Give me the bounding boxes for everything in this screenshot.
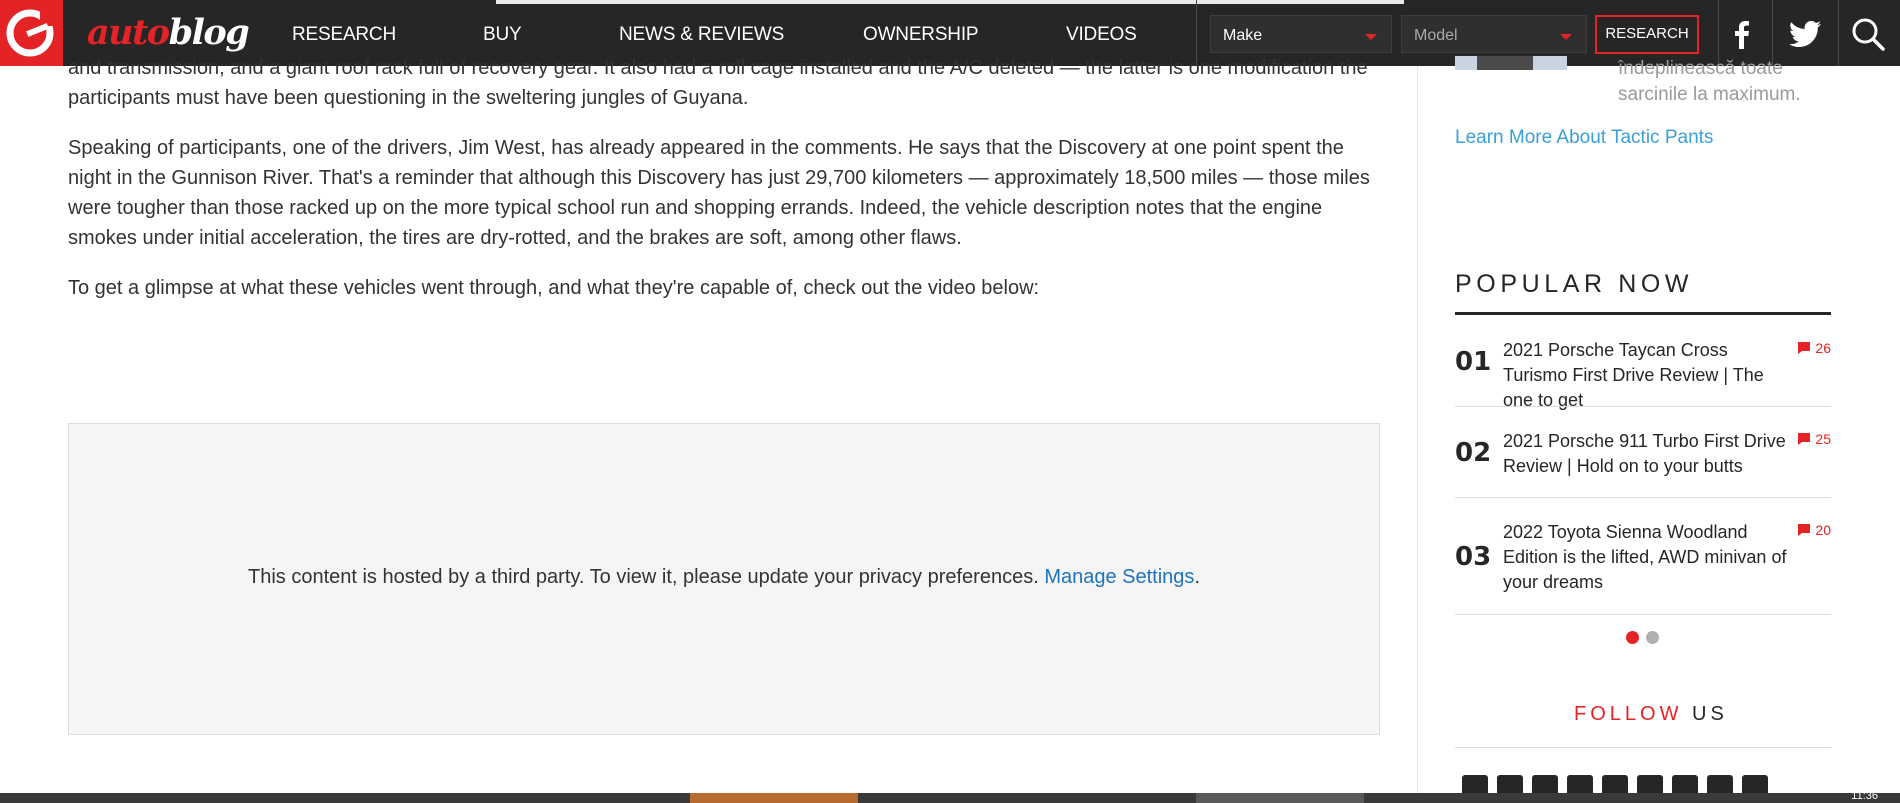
embed-message: This content is hosted by a third party.…: [69, 566, 1379, 589]
comment-icon: [1798, 433, 1811, 445]
follow-divider: [1455, 747, 1831, 748]
nav-news-reviews[interactable]: NEWS & REVIEWS: [619, 24, 784, 46]
article-paragraph: Speaking of participants, one of the dri…: [68, 137, 1370, 249]
popular-divider: [1455, 497, 1831, 498]
facebook-icon[interactable]: [1719, 12, 1763, 56]
popular-divider: [1455, 614, 1831, 615]
comment-icon: [1798, 524, 1811, 536]
popular-now-rule: [1455, 312, 1831, 315]
comment-count[interactable]: 25: [1797, 431, 1831, 447]
popular-item-title[interactable]: 2021 Porsche 911 Turbo First Drive Revie…: [1503, 429, 1789, 479]
social-icons-row: [1462, 775, 1768, 799]
embed-message-text: This content is hosted by a third party.…: [247, 566, 1039, 588]
logo-text-blog: blog: [168, 12, 250, 53]
follow-us-heading: FOLLOW US: [1574, 703, 1728, 726]
research-button[interactable]: RESEARCH: [1595, 15, 1699, 54]
autoblog-logo-mark[interactable]: [0, 0, 63, 66]
popular-item[interactable]: 03 2022 Toyota Sienna Woodland Edition i…: [1455, 520, 1831, 614]
comment-count[interactable]: 20: [1797, 522, 1831, 538]
make-select[interactable]: Make: [1210, 15, 1392, 53]
model-select-value: Model: [1414, 27, 1458, 44]
comment-icon: [1798, 342, 1811, 354]
ad-learn-more-link[interactable]: Learn More About Tactic Pants: [1455, 127, 1713, 149]
video-embed-placeholder: This content is hosted by a third party.…: [68, 423, 1380, 735]
chevron-down-icon: [1365, 34, 1377, 40]
ad-image[interactable]: [1455, 56, 1567, 70]
comment-count-value: 25: [1815, 431, 1831, 447]
chevron-down-icon: [1560, 34, 1572, 40]
popular-item-title[interactable]: 2022 Toyota Sienna Woodland Edition is t…: [1503, 520, 1789, 595]
popular-now-heading: POPULAR NOW: [1455, 270, 1694, 298]
nav-research[interactable]: RESEARCH: [292, 24, 396, 46]
taskbar-active-app[interactable]: [690, 793, 858, 803]
popular-item[interactable]: 02 2021 Porsche 911 Turbo First Drive Re…: [1455, 429, 1831, 497]
popular-item-title[interactable]: 2021 Porsche Taycan Cross Turismo First …: [1503, 338, 1789, 413]
comment-count-value: 20: [1815, 522, 1831, 538]
carousel-dot-active[interactable]: [1626, 631, 1639, 644]
nav-videos[interactable]: VIDEOS: [1066, 24, 1137, 46]
article-paragraph: and transmission; and a giant roof rack …: [68, 57, 1368, 109]
comment-count-value: 26: [1815, 340, 1831, 356]
ad-text: îndeplinească toate sarcinile la maximum…: [1618, 58, 1801, 105]
speedometer-icon: [6, 9, 54, 57]
header-divider: [1838, 0, 1839, 66]
article-body: and transmission; and a giant roof rack …: [68, 57, 1380, 323]
make-select-value: Make: [1223, 27, 1263, 44]
comment-count[interactable]: 26: [1797, 340, 1831, 356]
popular-item-number: 01: [1455, 347, 1492, 377]
reading-progress-bar: [496, 0, 1404, 4]
embed-message-suffix: .: [1194, 566, 1200, 588]
nav-ownership[interactable]: OWNERSHIP: [863, 24, 979, 46]
carousel-dot[interactable]: [1646, 631, 1659, 644]
popular-item-number: 02: [1455, 438, 1492, 468]
search-icon[interactable]: [1846, 12, 1890, 56]
nav-buy[interactable]: BUY: [483, 24, 522, 46]
sidebar-divider: [1417, 66, 1418, 793]
popular-item-number: 03: [1455, 542, 1492, 572]
os-taskbar: 11:36: [0, 790, 1900, 803]
twitter-icon[interactable]: [1783, 12, 1827, 56]
popular-divider: [1455, 406, 1831, 407]
us-word: US: [1692, 703, 1728, 725]
follow-word: FOLLOW: [1574, 703, 1683, 725]
model-select[interactable]: Model: [1401, 15, 1587, 53]
popular-item[interactable]: 01 2021 Porsche Taycan Cross Turismo Fir…: [1455, 338, 1831, 410]
logo-text-auto: auto: [87, 12, 170, 53]
taskbar-clock: 11:36: [1851, 790, 1878, 802]
taskbar-app[interactable]: [1196, 793, 1364, 803]
autoblog-logo[interactable]: auto blog: [87, 12, 250, 53]
manage-settings-link[interactable]: Manage Settings: [1044, 566, 1194, 588]
article-paragraph: To get a glimpse at what these vehicles …: [68, 277, 1040, 299]
